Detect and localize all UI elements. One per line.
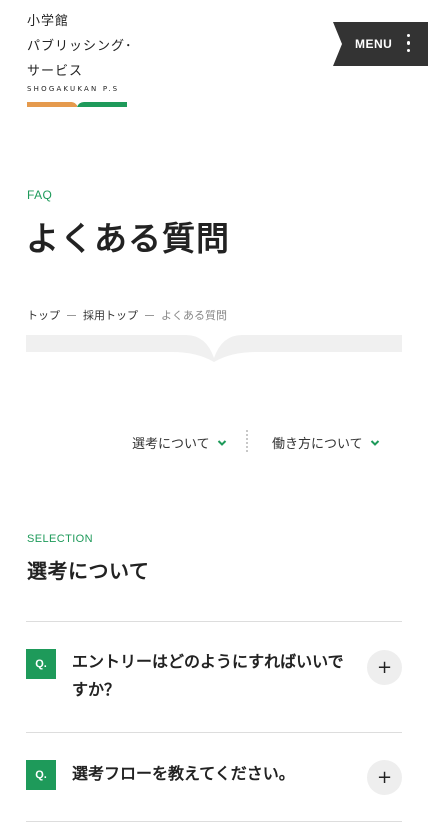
- anchor-selection[interactable]: 選考について: [132, 433, 227, 452]
- faq-item[interactable]: Q. エントリーはどのようにすればいいですか？ +: [26, 649, 402, 709]
- page-title: よくある質問: [26, 219, 230, 258]
- divider: [26, 621, 402, 622]
- question-badge: Q.: [26, 649, 56, 679]
- vertical-dots-icon: [407, 34, 411, 56]
- hero-eyebrow: FAQ: [27, 188, 53, 202]
- faq-item[interactable]: Q. 選考フローを教えてください。 +: [26, 760, 402, 795]
- logo-subtitle: SHOGAKUKAN P.S: [27, 85, 120, 93]
- logo-line-2: パブリッシング･: [27, 39, 133, 54]
- question-badge: Q.: [26, 760, 56, 790]
- chevron-down-icon: [370, 439, 379, 446]
- chevron-down-icon: [217, 439, 226, 446]
- faq-question: エントリーはどのようにすればいいですか？: [72, 652, 344, 699]
- faq-question: 選考フローを教えてください。: [72, 764, 295, 783]
- logo[interactable]: 小学館 パブリッシング･ サービス SHOGAKUKAN P.S: [27, 9, 133, 116]
- logo-book-mark: [27, 101, 127, 107]
- section-title: 選考について: [27, 559, 150, 583]
- divider: [26, 821, 402, 822]
- divider: [26, 732, 402, 733]
- breadcrumb-top-link[interactable]: トップ: [27, 307, 60, 323]
- anchor-nav: 選考について 働き方について: [0, 428, 428, 456]
- logo-line-3: サービス: [27, 64, 84, 79]
- section-eyebrow: SELECTION: [27, 533, 93, 545]
- anchor-divider: [246, 430, 248, 452]
- anchor-workstyle[interactable]: 働き方について: [272, 433, 380, 452]
- breadcrumb-recruit-link[interactable]: 採用トップ: [83, 307, 138, 323]
- expand-plus-icon[interactable]: +: [367, 760, 402, 795]
- menu-button[interactable]: MENU: [333, 22, 428, 66]
- breadcrumb-separator: [67, 314, 76, 316]
- breadcrumb-separator: [145, 314, 154, 316]
- logo-line-1: 小学館: [27, 14, 70, 29]
- anchor-workstyle-label: 働き方について: [272, 437, 363, 452]
- breadcrumb: トップ 採用トップ よくある質問: [27, 307, 227, 323]
- book-shaped-band: [26, 335, 402, 362]
- anchor-selection-label: 選考について: [132, 437, 210, 452]
- expand-plus-icon[interactable]: +: [367, 650, 402, 685]
- menu-label: MENU: [355, 37, 393, 51]
- breadcrumb-current: よくある質問: [161, 309, 227, 322]
